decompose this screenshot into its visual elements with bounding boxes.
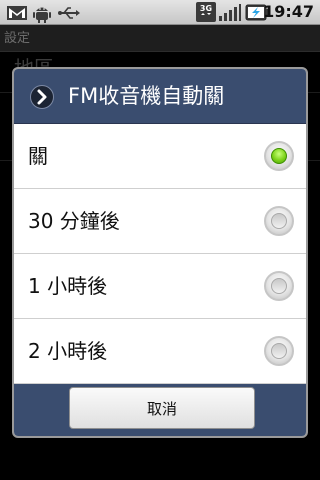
option-label: 關 <box>28 144 48 168</box>
radio-button[interactable] <box>264 271 294 301</box>
dialog-header: FM收音機自動關 <box>14 69 306 124</box>
svg-text:3G: 3G <box>200 4 212 13</box>
option-label: 30 分鐘後 <box>28 209 120 233</box>
signal-icon <box>219 4 241 25</box>
clock: 19:47 <box>263 2 314 21</box>
settings-title: 設定 <box>0 25 320 52</box>
option-label: 2 小時後 <box>28 339 108 363</box>
radio-button[interactable] <box>264 336 294 366</box>
dialog-footer: 取消 <box>14 384 306 436</box>
option-2-hours[interactable]: 2 小時後 <box>14 319 306 384</box>
gmail-icon <box>6 5 28 25</box>
status-bar: 3G 19:47 <box>0 0 320 25</box>
usb-icon <box>58 5 80 25</box>
auto-off-dialog: FM收音機自動關 關 30 分鐘後 1 小時後 2 小時後 取消 <box>12 67 308 438</box>
radio-button-selected[interactable] <box>264 141 294 171</box>
dialog-title: FM收音機自動關 <box>68 84 225 108</box>
screen: 3G 19:47 設定 地區 <box>0 0 320 480</box>
radio-button[interactable] <box>264 206 294 236</box>
3g-icon: 3G <box>196 2 216 26</box>
option-30-minutes[interactable]: 30 分鐘後 <box>14 189 306 254</box>
android-debug-icon <box>33 3 51 27</box>
option-1-hour[interactable]: 1 小時後 <box>14 254 306 319</box>
option-label: 1 小時後 <box>28 274 108 298</box>
cancel-button[interactable]: 取消 <box>69 387 255 429</box>
chevron-right-icon <box>30 85 54 109</box>
options-list: 關 30 分鐘後 1 小時後 2 小時後 <box>14 124 306 384</box>
option-off[interactable]: 關 <box>14 124 306 189</box>
